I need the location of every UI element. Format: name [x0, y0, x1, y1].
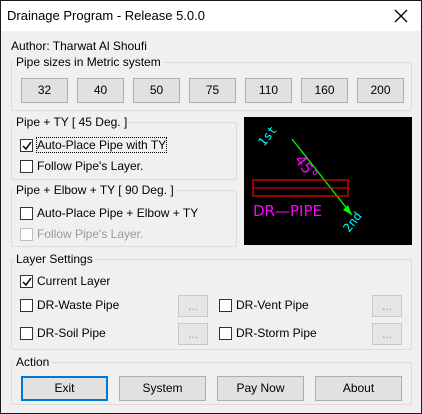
layer-settings-legend: Layer Settings	[16, 252, 93, 266]
waste-pipe-box[interactable]	[20, 298, 33, 312]
pipe-elbow-legend: Pipe + Elbow + TY [ 90 Deg. ]	[16, 183, 174, 197]
pipe-size-200-button[interactable]: 200	[357, 78, 404, 103]
soil-pipe-box[interactable]	[20, 326, 33, 340]
storm-pipe-label: DR-Storm Pipe	[236, 326, 317, 340]
pipe-size-32-button[interactable]: 32	[21, 78, 68, 103]
waste-pipe-browse-button[interactable]: ...	[178, 295, 208, 317]
auto-place-elbow-box[interactable]	[20, 206, 33, 220]
title-bar[interactable]: Drainage Program - Release 5.0.0	[1, 1, 421, 31]
current-layer-box[interactable]	[20, 274, 33, 288]
main-window: Drainage Program - Release 5.0.0 Author:…	[0, 0, 422, 414]
soil-pipe-browse-button[interactable]: ...	[178, 323, 208, 345]
follow-layer-ty-checkbox[interactable]: Follow Pipe's Layer.	[20, 158, 143, 174]
vent-pipe-browse-button[interactable]: ...	[372, 295, 402, 317]
pipe-size-160-button[interactable]: 160	[301, 78, 348, 103]
auto-place-ty-label: Auto-Place Pipe with TY	[35, 137, 168, 153]
system-button[interactable]: System	[119, 376, 206, 401]
soil-pipe-checkbox[interactable]: DR-Soil Pipe	[20, 325, 106, 341]
pipe-size-110-button[interactable]: 110	[245, 78, 292, 103]
preview-label-2nd: 2nd	[340, 209, 364, 235]
waste-pipe-checkbox[interactable]: DR-Waste Pipe	[20, 297, 119, 313]
preview-label-45: 45°	[291, 151, 322, 183]
preview-label-pipe: DR—PIPE	[253, 202, 322, 220]
follow-layer-elbow-checkbox: Follow Pipe's Layer.	[20, 226, 143, 242]
follow-layer-ty-label: Follow Pipe's Layer.	[37, 159, 144, 173]
follow-layer-ty-box[interactable]	[20, 159, 33, 173]
action-legend: Action	[16, 355, 50, 369]
close-icon	[394, 9, 408, 23]
auto-place-elbow-checkbox[interactable]: Auto-Place Pipe + Elbow + TY	[20, 205, 198, 221]
pipe-size-75-button[interactable]: 75	[189, 78, 236, 103]
vent-pipe-label: DR-Vent Pipe	[236, 298, 309, 312]
window-title: Drainage Program - Release 5.0.0	[7, 8, 205, 23]
auto-place-ty-checkbox[interactable]: Auto-Place Pipe with TY	[20, 137, 168, 153]
storm-pipe-browse-button[interactable]: ...	[372, 323, 402, 345]
about-button[interactable]: About	[315, 376, 402, 401]
checkmark-icon	[22, 277, 32, 286]
preview-image: 1st 45° 2nd DR—PIPE	[244, 117, 412, 245]
storm-pipe-checkbox[interactable]: DR-Storm Pipe	[219, 325, 317, 341]
soil-pipe-label: DR-Soil Pipe	[37, 326, 106, 340]
exit-button[interactable]: Exit	[21, 376, 108, 401]
pipe-ty-legend: Pipe + TY [ 45 Deg. ]	[16, 115, 128, 129]
close-button[interactable]	[381, 1, 421, 31]
vent-pipe-checkbox[interactable]: DR-Vent Pipe	[219, 297, 309, 313]
follow-layer-elbow-box	[20, 227, 33, 241]
preview-label-1st: 1st	[255, 123, 279, 149]
follow-layer-elbow-label: Follow Pipe's Layer.	[37, 227, 144, 241]
pipe-size-40-button[interactable]: 40	[77, 78, 124, 103]
pipe-sizes-legend: Pipe sizes in Metric system	[16, 55, 161, 69]
auto-place-elbow-label: Auto-Place Pipe + Elbow + TY	[37, 206, 199, 220]
pipe-size-50-button[interactable]: 50	[133, 78, 180, 103]
current-layer-checkbox[interactable]: Current Layer	[20, 273, 110, 289]
checkmark-icon	[22, 141, 32, 150]
author-label: Author: Tharwat Al Shoufi	[11, 39, 147, 53]
auto-place-ty-box[interactable]	[20, 138, 33, 152]
pay-now-button[interactable]: Pay Now	[217, 376, 304, 401]
current-layer-label: Current Layer	[37, 274, 111, 288]
vent-pipe-box[interactable]	[219, 298, 232, 312]
storm-pipe-box[interactable]	[219, 326, 232, 340]
waste-pipe-label: DR-Waste Pipe	[37, 298, 120, 312]
